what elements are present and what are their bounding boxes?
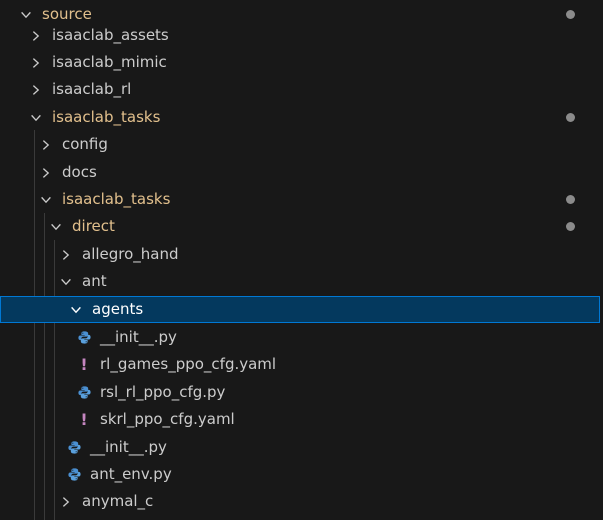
modified-dot-icon	[566, 195, 575, 204]
tree-item-isaaclab-mimic[interactable]: isaaclab_mimic	[0, 49, 600, 76]
tree-item-label: rl_games_ppo_cfg.yaml	[100, 355, 277, 373]
tree-item-isaaclab-assets[interactable]: isaaclab_assets	[0, 22, 600, 49]
modified-dot-icon	[566, 222, 575, 231]
python-file-icon	[66, 440, 82, 456]
tree-item-label: docs	[62, 163, 97, 181]
chevron-down-icon	[58, 274, 74, 290]
modified-dot-icon	[566, 10, 575, 19]
tree-item-ant[interactable]: ant	[0, 268, 600, 295]
tree-item-agents[interactable]: agents	[0, 296, 600, 323]
tree-item-label: config	[62, 135, 108, 153]
tree-item-label: isaaclab_rl	[52, 80, 132, 98]
tree-item-label: isaaclab_tasks	[52, 108, 161, 126]
chevron-right-icon	[58, 494, 74, 510]
chevron-down-icon	[68, 302, 84, 318]
tree-item-label: agents	[92, 300, 144, 318]
tree-item-label: isaaclab_mimic	[52, 53, 167, 71]
modified-dot-icon	[566, 113, 575, 122]
tree-item-label: skrl_ppo_cfg.yaml	[100, 410, 235, 428]
tree-item-label: ant_env.py	[90, 465, 172, 483]
tree-item-rl-games-yaml[interactable]: ! rl_games_ppo_cfg.yaml	[0, 351, 600, 378]
tree-item-docs[interactable]: docs	[0, 159, 600, 186]
chevron-right-icon	[38, 137, 54, 153]
tree-item-init-py-agents[interactable]: __init__.py	[0, 324, 600, 351]
tree-item-label: isaaclab_tasks	[62, 190, 171, 208]
tree-item-label: isaaclab_assets	[52, 26, 169, 44]
yaml-file-icon: !	[80, 355, 88, 374]
chevron-right-icon	[58, 247, 74, 263]
chevron-right-icon	[28, 28, 44, 44]
tree-item-direct[interactable]: direct	[0, 213, 600, 240]
python-file-icon	[66, 467, 82, 483]
tree-item-label: anymal_c	[82, 492, 154, 510]
chevron-right-icon	[28, 82, 44, 98]
tree-item-anymal-c[interactable]: anymal_c	[0, 488, 600, 515]
tree-item-label: allegro_hand	[82, 245, 179, 263]
tree-item-label: __init__.py	[100, 328, 177, 346]
chevron-down-icon	[28, 110, 44, 126]
tree-item-rsl-rl-py[interactable]: rsl_rl_ppo_cfg.py	[0, 379, 600, 406]
chevron-right-icon	[28, 55, 44, 71]
tree-item-label: rsl_rl_ppo_cfg.py	[100, 383, 226, 401]
chevron-down-icon	[48, 219, 64, 235]
python-file-icon	[76, 385, 92, 401]
tree-item-label: ant	[82, 272, 107, 290]
chevron-down-icon	[38, 192, 54, 208]
yaml-file-icon: !	[80, 410, 88, 429]
tree-item-config[interactable]: config	[0, 131, 600, 158]
tree-item-isaaclab-tasks-inner[interactable]: isaaclab_tasks	[0, 186, 600, 213]
tree-item-allegro-hand[interactable]: allegro_hand	[0, 241, 600, 268]
tree-item-isaaclab-rl[interactable]: isaaclab_rl	[0, 76, 600, 103]
tree-item-init-py-ant[interactable]: __init__.py	[0, 434, 600, 461]
tree-item-label: direct	[72, 217, 115, 235]
tree-item-skrl-yaml[interactable]: ! skrl_ppo_cfg.yaml	[0, 406, 600, 433]
tree-item-isaaclab-tasks[interactable]: isaaclab_tasks	[0, 104, 600, 131]
tree-item-ant-env-py[interactable]: ant_env.py	[0, 461, 600, 488]
python-file-icon	[76, 330, 92, 346]
chevron-right-icon	[38, 165, 54, 181]
tree-item-label: __init__.py	[90, 438, 167, 456]
chevron-down-icon	[18, 7, 34, 23]
